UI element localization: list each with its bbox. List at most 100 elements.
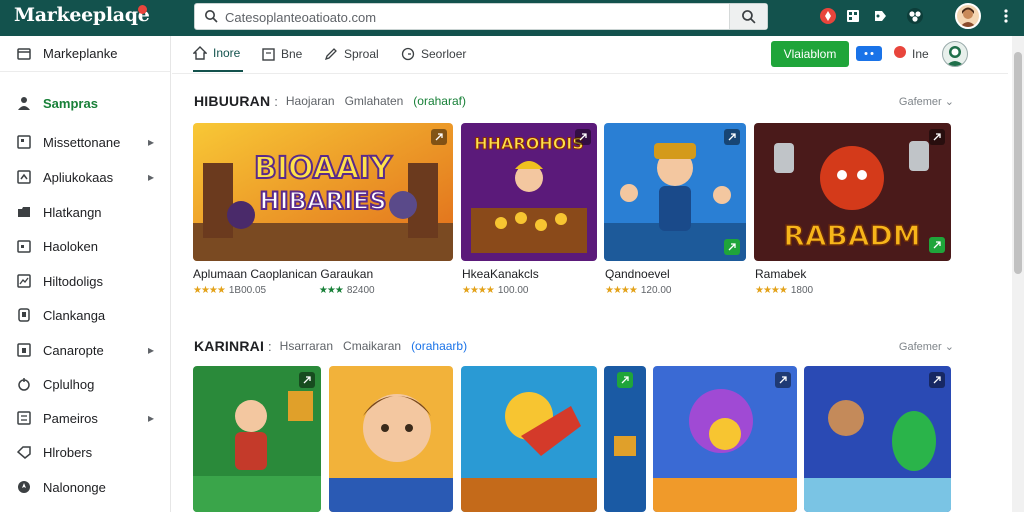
tab-label: Bne <box>281 47 303 61</box>
section-link[interactable]: Haojaran <box>286 94 335 108</box>
app-card-title[interactable]: Qandnoevel <box>605 267 670 281</box>
star-rating: ★★★★ <box>462 285 495 296</box>
section-link[interactable]: Hsarraran <box>280 339 333 353</box>
store-icon <box>17 46 31 60</box>
sidebar-item-hlatkangn[interactable]: Hlatkangn <box>0 198 170 226</box>
star-rating: ★★★★ <box>755 285 788 296</box>
section-link[interactable]: Gmlahaten <box>345 94 404 108</box>
section-link[interactable]: (orahaarb) <box>411 339 467 353</box>
home-icon <box>193 46 207 60</box>
sidebar-item-label: Hlrobers <box>43 444 93 460</box>
app-card-title[interactable]: HkeaKanakcls <box>462 267 539 281</box>
app-card-image[interactable] <box>604 366 646 512</box>
book-icon <box>17 308 31 322</box>
clock-icon <box>401 47 415 61</box>
sidebar-item-hiltodoligs[interactable]: Hiltodoligs <box>0 267 170 295</box>
sidebar-item-label: Nalononge <box>43 479 106 495</box>
sidebar-item-label: Haoloken <box>43 238 98 254</box>
tab-sproal[interactable]: Sproal <box>324 36 384 72</box>
chat-button[interactable] <box>856 46 882 61</box>
sidebar-item-label: Markeplanke <box>43 45 118 61</box>
sidebar-item-cplulhog[interactable]: Cplulhog <box>0 370 170 398</box>
app-logo[interactable]: Markeeplaqe <box>14 4 150 26</box>
cart-icon <box>17 377 31 391</box>
user-avatar[interactable] <box>955 3 981 29</box>
sidebar-item-label: Hlatkangn <box>43 204 102 220</box>
sidebar-item-label: Apliukokaas <box>43 169 114 185</box>
sidebar-item-label: Clankanga <box>43 307 106 323</box>
search-icon <box>742 10 756 24</box>
star-rating: ★★★★ <box>193 285 226 296</box>
svg-text:HHAROHOIS: HHAROHOIS <box>474 134 584 153</box>
sidebar-item-label: Cplulhog <box>43 376 95 392</box>
app-card-image[interactable]: BIOAAIY HIBARIES <box>193 123 453 261</box>
app-card-image[interactable]: RABADM <box>754 123 951 261</box>
sidebar-item-label: Hiltodoligs <box>43 273 103 289</box>
sidebar-item-sampras[interactable]: Sampras <box>0 89 170 117</box>
section-header: HIBUURAN : Haojaran Gmlahaten (oraharaf)… <box>194 93 954 109</box>
app-card-rating: ★★★★ 100.00 <box>462 285 529 296</box>
chevron-down-icon: ⌄ <box>944 95 954 108</box>
sidebar-item-label: Missettonane <box>43 134 121 150</box>
svg-text:RABADM: RABADM <box>783 219 920 252</box>
sidebar-item-haoloken[interactable]: Haoloken <box>0 232 170 260</box>
profile-avatar[interactable] <box>942 41 968 67</box>
compass-icon <box>17 480 31 494</box>
sidebar-item-pameiros[interactable]: Pameiros ▸ <box>0 404 170 432</box>
alert-icon[interactable] <box>894 46 906 58</box>
app-card-image[interactable]: HHAROHOIS <box>461 123 597 261</box>
app-card-image[interactable] <box>329 366 453 512</box>
search-button[interactable] <box>729 4 767 29</box>
chevron-right-icon: ▸ <box>148 170 155 184</box>
tab-bne[interactable]: Bne <box>261 36 305 72</box>
app-card-title[interactable]: Ramabek <box>755 267 806 281</box>
section-link[interactable]: (oraharaf) <box>413 94 466 108</box>
see-more-link[interactable]: Gafemer ⌄ <box>899 340 954 353</box>
tag-icon[interactable] <box>870 6 890 26</box>
install-button[interactable]: Vlaiablom <box>771 41 849 67</box>
see-more-link[interactable]: Gafemer ⌄ <box>899 95 954 108</box>
search-input[interactable] <box>225 7 715 27</box>
sidebar-item-missettonane[interactable]: Missettonane ▸ <box>0 128 170 156</box>
folder-icon <box>17 205 31 219</box>
tag-icon <box>17 445 31 459</box>
app-card-image[interactable] <box>461 366 597 512</box>
app-card-image[interactable] <box>653 366 797 512</box>
app-card-image[interactable] <box>804 366 951 512</box>
grid-icon[interactable] <box>843 6 863 26</box>
section-header: KARINRAI : Hsarraran Cmaikaran (orahaarb… <box>194 338 954 354</box>
sidebar-item-clankanga[interactable]: Clankanga <box>0 301 170 329</box>
app-card-image[interactable] <box>604 123 746 261</box>
sidebar-item-hlrobers[interactable]: Hlrobers <box>0 438 170 466</box>
more-vert-icon[interactable] <box>996 6 1016 26</box>
search-bar[interactable] <box>194 3 768 30</box>
star-rating: ★★★★ <box>605 285 638 296</box>
notification-icon[interactable] <box>818 6 838 26</box>
apps-icon <box>17 170 31 184</box>
tab-seorloer[interactable]: Seorloer <box>401 36 467 72</box>
section-title: KARINRAI <box>194 338 265 354</box>
sidebar-item-label: Canaropte <box>43 342 104 358</box>
profile-label[interactable]: Ine <box>912 47 929 61</box>
badge-icon <box>431 129 447 145</box>
sidebar-item-marketplace[interactable]: Markeplanke <box>0 39 170 67</box>
logo-badge <box>138 5 147 14</box>
lock-icon <box>17 343 31 357</box>
list-icon <box>17 411 31 425</box>
sidebar-item-apliukokaas[interactable]: Apliukokaas ▸ <box>0 163 170 191</box>
chevron-right-icon: ▸ <box>148 411 155 425</box>
scrollbar-thumb[interactable] <box>1014 52 1022 274</box>
badge-icon <box>929 237 945 253</box>
chart-icon <box>17 274 31 288</box>
badge-icon <box>929 372 945 388</box>
pen-icon <box>324 47 338 61</box>
tab-home[interactable]: Inore <box>193 36 243 72</box>
svg-text:HIBARIES: HIBARIES <box>260 187 387 215</box>
sidebar-item-nalononge[interactable]: Nalononge <box>0 473 170 501</box>
settings-icon[interactable] <box>905 6 925 26</box>
section-link[interactable]: Cmaikaran <box>343 339 401 353</box>
person-icon <box>17 96 31 110</box>
sidebar-item-canaropte[interactable]: Canaropte ▸ <box>0 336 170 364</box>
app-card-title[interactable]: Aplumaan Caoplanican Garaukan <box>193 267 373 281</box>
app-card-image[interactable] <box>193 366 321 512</box>
